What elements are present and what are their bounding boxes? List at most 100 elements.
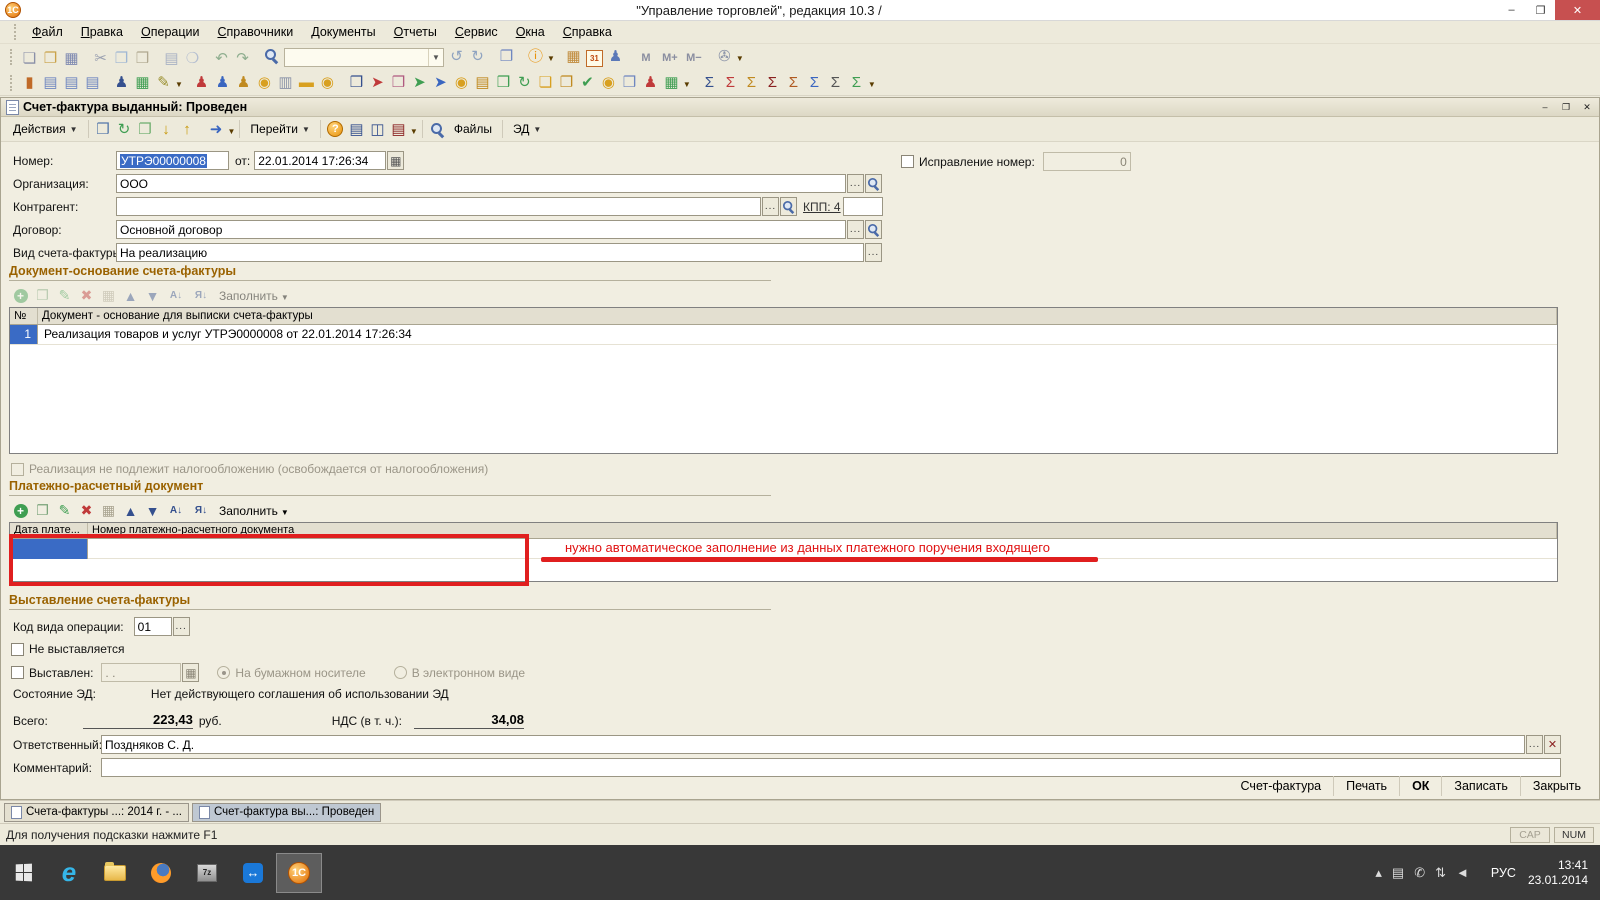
coins-icon[interactable]: ◉ bbox=[254, 72, 275, 93]
counterparty-input[interactable] bbox=[116, 197, 761, 216]
op-code-select-button[interactable]: ... bbox=[173, 617, 190, 636]
op-code-input[interactable]: 01 bbox=[134, 617, 172, 636]
cut-icon[interactable]: ✂ bbox=[90, 48, 111, 69]
basis-col-num[interactable]: № bbox=[10, 308, 38, 324]
paste-icon[interactable]: ❒ bbox=[132, 48, 153, 69]
responsible-input[interactable]: Поздняков С. Д. bbox=[101, 735, 1525, 754]
start-button[interactable] bbox=[0, 853, 46, 893]
print-icon[interactable]: ▤ bbox=[161, 48, 182, 69]
date-input[interactable]: 22.01.2014 17:26:34 bbox=[254, 151, 386, 170]
organization-input[interactable]: ООО bbox=[116, 174, 846, 193]
movements-in-icon[interactable]: ↓ bbox=[156, 119, 177, 140]
search-icon[interactable] bbox=[261, 45, 282, 66]
gold-bar-icon[interactable]: ▬ bbox=[296, 72, 317, 93]
chevron-down-icon[interactable]: ▼ bbox=[410, 127, 418, 139]
responsible-clear-button[interactable]: ✕ bbox=[1544, 735, 1561, 754]
counterparties-icon[interactable]: ♟ bbox=[111, 72, 132, 93]
database-icon[interactable]: ▦ bbox=[661, 72, 682, 93]
address-book-icon[interactable]: ▮ bbox=[19, 72, 40, 93]
chevron-down-icon[interactable]: ▼ bbox=[868, 80, 876, 92]
doc-minimize-icon[interactable]: – bbox=[1536, 100, 1554, 115]
menu-item-8[interactable]: Окна bbox=[507, 22, 554, 42]
tray-phone-icon[interactable]: ✆ bbox=[1414, 865, 1425, 880]
print-preview-icon[interactable]: ❍ bbox=[182, 48, 203, 69]
move-up-icon[interactable]: ▲ bbox=[121, 286, 140, 305]
add-row-icon[interactable]: + bbox=[11, 286, 30, 305]
sum-payments-icon[interactable]: Σ bbox=[804, 72, 825, 93]
move-up-icon[interactable]: ▲ bbox=[121, 501, 140, 520]
sum-journal-icon[interactable]: Σ bbox=[825, 72, 846, 93]
correction-checkbox[interactable] bbox=[901, 155, 914, 168]
fill-dropdown[interactable]: Заполнить▼ bbox=[219, 504, 289, 518]
sum-by-partner-icon[interactable]: Σ bbox=[741, 72, 762, 93]
close-button[interactable]: ✕ bbox=[1555, 0, 1600, 20]
repricing-icon[interactable]: ❒ bbox=[493, 72, 514, 93]
language-indicator[interactable]: РУС bbox=[1491, 866, 1516, 880]
structure-icon[interactable]: ▤ bbox=[346, 119, 367, 140]
doc-journal-icon[interactable]: ❐ bbox=[556, 72, 577, 93]
menu-item-1[interactable]: Файл bbox=[23, 22, 72, 42]
cash-doc-icon[interactable]: ▤ bbox=[472, 72, 493, 93]
ed-dropdown[interactable]: ЭД▼ bbox=[507, 120, 547, 138]
service-settings-icon[interactable]: ✇ bbox=[714, 46, 735, 67]
calendar-icon[interactable]: 31 bbox=[584, 48, 605, 69]
comment-input[interactable] bbox=[101, 758, 1561, 777]
memory-icon[interactable]: M bbox=[634, 48, 658, 69]
movements-out-icon[interactable]: ↑ bbox=[177, 119, 198, 140]
forward-icon[interactable]: ➜ bbox=[206, 119, 227, 140]
tray-expand-icon[interactable]: ▴ bbox=[1375, 865, 1382, 880]
mdi-tab-2[interactable]: Счет-фактура вы...: Проведен bbox=[192, 803, 381, 822]
doc-refresh-icon[interactable]: ↻ bbox=[514, 72, 535, 93]
tray-volume-icon[interactable]: ◄ bbox=[1456, 865, 1469, 880]
doc-add-icon[interactable]: ❏ bbox=[535, 72, 556, 93]
chevron-down-icon[interactable]: ▼ bbox=[428, 49, 443, 66]
reread-icon[interactable]: ↻ bbox=[114, 119, 135, 140]
actions-dropdown[interactable]: Действия▼ bbox=[7, 120, 84, 138]
memory-minus-icon[interactable]: M− bbox=[682, 48, 706, 69]
transfer-icon[interactable]: ➤ bbox=[430, 72, 451, 93]
archive-app-button[interactable]: 7z bbox=[184, 853, 230, 893]
customer-cart-icon[interactable]: ♟ bbox=[212, 72, 233, 93]
menu-item-6[interactable]: Отчеты bbox=[385, 22, 446, 42]
find-files-icon[interactable] bbox=[427, 119, 448, 140]
mxl-report-icon[interactable]: ▤ bbox=[388, 119, 409, 140]
sum-by-manager-icon[interactable]: Σ bbox=[699, 72, 720, 93]
copy-row-icon[interactable]: ❐ bbox=[33, 286, 52, 305]
sort-asc-icon[interactable]: А↓ bbox=[165, 501, 187, 520]
sum-sales-icon[interactable]: Σ bbox=[762, 72, 783, 93]
finish-edit-icon[interactable]: ▦ bbox=[99, 501, 118, 520]
coins-exchange-icon[interactable]: ◉ bbox=[598, 72, 619, 93]
memory-plus-icon[interactable]: M+ bbox=[658, 48, 682, 69]
undo-icon[interactable]: ↶ bbox=[211, 48, 232, 69]
copy-window-icon[interactable]: ❐ bbox=[496, 46, 517, 67]
print-form3-icon[interactable]: ▤ bbox=[82, 72, 103, 93]
tray-network-icon[interactable]: ⇅ bbox=[1435, 865, 1446, 880]
save-icon[interactable]: ▦ bbox=[61, 48, 82, 69]
find-prev-icon[interactable]: ↻ bbox=[467, 46, 488, 67]
firefox-button[interactable] bbox=[138, 853, 184, 893]
internet-explorer-button[interactable]: e bbox=[46, 853, 92, 893]
post-document-icon[interactable]: ❒ bbox=[93, 119, 114, 140]
coins-small-icon[interactable]: ◉ bbox=[317, 72, 338, 93]
kpp-value-field[interactable] bbox=[843, 197, 883, 216]
sum-orders-icon[interactable]: Σ bbox=[783, 72, 804, 93]
search-combobox[interactable]: ▼ bbox=[284, 48, 444, 67]
price-edit-icon[interactable]: ✎ bbox=[153, 72, 174, 93]
contract-select-button[interactable]: ... bbox=[847, 220, 864, 239]
find-next-icon[interactable]: ↺ bbox=[446, 46, 467, 67]
counterparty-select-button[interactable]: ... bbox=[762, 197, 779, 216]
files-button[interactable]: Файлы bbox=[448, 120, 498, 138]
purchase-doc-icon[interactable]: ❒ bbox=[388, 72, 409, 93]
not-issued-checkbox[interactable] bbox=[11, 643, 24, 656]
sum-by-customer-icon[interactable]: Σ bbox=[720, 72, 741, 93]
list-settings-icon[interactable]: ◫ bbox=[367, 119, 388, 140]
table-row[interactable]: 1Реализация товаров и услуг УТРЭ0000008 … bbox=[10, 325, 1557, 345]
finish-edit-icon[interactable]: ▦ bbox=[99, 286, 118, 305]
mdi-tab-1[interactable]: Счета-фактуры ...: 2014 г. - ... bbox=[4, 803, 189, 822]
chevron-down-icon[interactable]: ▼ bbox=[683, 80, 691, 92]
chevron-down-icon[interactable]: ▼ bbox=[547, 54, 555, 66]
sort-desc-icon[interactable]: Я↓ bbox=[190, 286, 212, 305]
responsible-select-button[interactable]: ... bbox=[1526, 735, 1543, 754]
move-down-icon[interactable]: ▼ bbox=[143, 501, 162, 520]
move-down-icon[interactable]: ▼ bbox=[143, 286, 162, 305]
